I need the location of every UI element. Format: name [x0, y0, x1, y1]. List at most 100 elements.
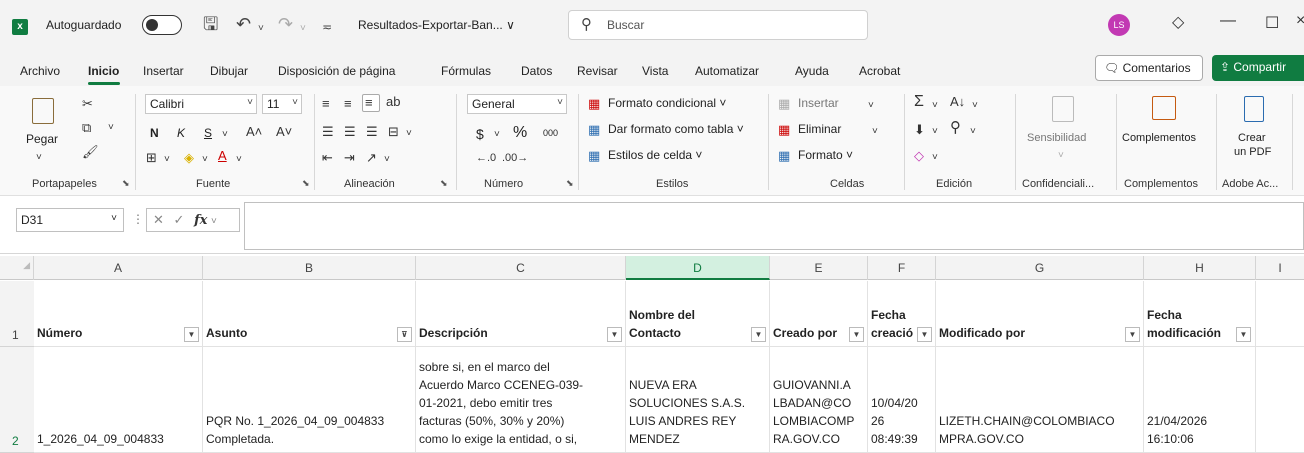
tab-datos[interactable]: Datos: [521, 64, 552, 78]
column-header-e[interactable]: E: [770, 256, 868, 280]
thousands-button[interactable]: 000: [543, 128, 558, 138]
column-header-g[interactable]: G: [936, 256, 1144, 280]
enter-icon[interactable]: ✓: [174, 212, 185, 227]
filter-active-icon[interactable]: ⊽: [397, 327, 412, 342]
font-name-combo[interactable]: Calibri ˅: [145, 94, 257, 114]
filter-dropdown-icon[interactable]: ▼: [1236, 327, 1251, 342]
cell-g1[interactable]: Modificado por ▼: [936, 281, 1144, 347]
fx-icon[interactable]: fx: [194, 213, 207, 228]
filter-dropdown-icon[interactable]: ▼: [751, 327, 766, 342]
fill-icon[interactable]: ⬇: [914, 122, 925, 138]
clear-icon[interactable]: ◇: [914, 148, 924, 164]
filter-dropdown-icon[interactable]: ▼: [1125, 327, 1140, 342]
tab-revisar[interactable]: Revisar: [577, 64, 618, 78]
cell-a2[interactable]: 1_2026_04_09_004833: [34, 347, 203, 453]
insert-dropdown-icon[interactable]: ˅: [868, 98, 874, 114]
paste-icon[interactable]: [32, 98, 54, 124]
align-bottom-button[interactable]: ≡: [362, 94, 380, 112]
underline-dropdown-icon[interactable]: ˅: [222, 127, 228, 143]
tab-ayuda[interactable]: Ayuda: [795, 64, 829, 78]
cell-h1[interactable]: Fecha modificación ▼: [1144, 281, 1256, 347]
formula-input[interactable]: [244, 202, 1304, 250]
sort-filter-icon[interactable]: A↓: [950, 94, 965, 110]
alignment-launcher-icon[interactable]: ⬊: [440, 178, 448, 189]
sort-filter-dropdown-icon[interactable]: ˅: [972, 98, 978, 114]
addins-icon[interactable]: [1152, 96, 1176, 120]
font-color-dropdown-icon[interactable]: ˅: [236, 152, 242, 168]
autosum-icon[interactable]: Σ: [914, 94, 924, 110]
create-pdf-line2[interactable]: un PDF: [1234, 146, 1271, 158]
column-header-i[interactable]: I: [1256, 256, 1304, 280]
tab-insertar[interactable]: Insertar: [143, 64, 184, 78]
column-header-a[interactable]: A: [34, 256, 203, 280]
save-icon[interactable]: 🖫: [203, 13, 218, 35]
tab-formulas[interactable]: Fórmulas: [441, 64, 491, 78]
tab-disposicion[interactable]: Disposición de página: [278, 64, 395, 78]
create-pdf-line1[interactable]: Crear: [1238, 132, 1266, 144]
column-header-b[interactable]: B: [203, 256, 416, 280]
bold-button[interactable]: N: [150, 126, 159, 140]
align-left-icon[interactable]: ☰: [322, 124, 334, 140]
sensitivity-dropdown-icon[interactable]: ˅: [1058, 148, 1064, 164]
merge-dropdown-icon[interactable]: ˅: [406, 126, 412, 142]
tab-vista[interactable]: Vista: [642, 64, 668, 78]
font-launcher-icon[interactable]: ⬊: [302, 178, 310, 189]
cell-d1[interactable]: Nombre del Contacto ▼: [626, 281, 770, 347]
cell-c2[interactable]: sobre si, en el marco del Acuerdo Marco …: [416, 347, 626, 453]
paste-label[interactable]: Pegar: [26, 132, 58, 146]
comments-button[interactable]: 🗨 Comentarios: [1095, 55, 1203, 81]
decrease-indent-icon[interactable]: ⇤: [322, 150, 333, 166]
increase-indent-icon[interactable]: ⇥: [344, 150, 355, 166]
autosum-dropdown-icon[interactable]: ˅: [932, 98, 938, 114]
number-launcher-icon[interactable]: ⬊: [566, 178, 574, 189]
find-icon[interactable]: ⚲: [950, 120, 961, 136]
tab-acrobat[interactable]: Acrobat: [859, 64, 900, 78]
orientation-icon[interactable]: ↗: [366, 150, 377, 166]
diamond-icon[interactable]: ◇: [1172, 12, 1184, 32]
currency-button[interactable]: $: [476, 126, 484, 142]
avatar[interactable]: LS: [1108, 14, 1130, 36]
redo-icon[interactable]: ↷: [278, 13, 293, 35]
column-header-h[interactable]: H: [1144, 256, 1256, 280]
align-center-icon[interactable]: ☰: [344, 124, 356, 140]
align-middle-icon[interactable]: ≡: [344, 96, 352, 112]
redo-dropdown-icon[interactable]: ˅: [300, 18, 306, 40]
cell-a1[interactable]: Número ▼: [34, 281, 203, 347]
delete-cells-button[interactable]: Eliminar: [798, 122, 841, 136]
delete-dropdown-icon[interactable]: ˅: [872, 124, 878, 140]
undo-icon[interactable]: ↶: [236, 13, 251, 35]
row-header-1[interactable]: 1: [0, 281, 34, 347]
cell-styles-button[interactable]: Estilos de celda ˅: [608, 148, 702, 162]
fill-dropdown-icon[interactable]: ˅: [932, 124, 938, 140]
search-box[interactable]: ⚲ Buscar: [568, 10, 868, 40]
font-color-icon[interactable]: A: [218, 148, 227, 164]
autosave-toggle[interactable]: [142, 15, 182, 35]
sensitivity-button[interactable]: Sensibilidad: [1027, 132, 1086, 144]
font-size-combo[interactable]: 11 ˅: [262, 94, 302, 114]
cell-i1[interactable]: [1256, 281, 1304, 347]
cell-c1[interactable]: Descripción ▼: [416, 281, 626, 347]
cell-i2[interactable]: [1256, 347, 1304, 453]
percent-button[interactable]: %: [513, 124, 527, 142]
fill-dropdown-icon[interactable]: ˅: [202, 152, 208, 168]
cell-e2[interactable]: GUIOVANNI.A LBADAN@CO LOMBIACOMP RA.GOV.…: [770, 347, 868, 453]
merge-icon[interactable]: ⊟: [388, 124, 399, 140]
orientation-dropdown-icon[interactable]: ˅: [384, 152, 390, 168]
customize-toolbar-icon[interactable]: ≂: [322, 16, 332, 38]
cell-f1[interactable]: Fecha creació ▼: [868, 281, 936, 347]
underline-button[interactable]: S: [204, 126, 212, 140]
cancel-icon[interactable]: ✕: [153, 212, 164, 227]
paste-dropdown-icon[interactable]: ˅: [36, 150, 42, 166]
select-all-corner[interactable]: ◢: [0, 256, 34, 280]
addins-button[interactable]: Complementos: [1122, 132, 1196, 144]
filter-dropdown-icon[interactable]: ▼: [917, 327, 932, 342]
clear-dropdown-icon[interactable]: ˅: [932, 150, 938, 166]
increase-decimal-icon[interactable]: ←.0: [476, 150, 496, 166]
row-header-2[interactable]: 2: [0, 347, 34, 453]
minimize-icon[interactable]: —: [1220, 12, 1236, 30]
cell-d2[interactable]: NUEVA ERA SOLUCIONES S.A.S. LUIS ANDRES …: [626, 347, 770, 453]
decrease-font-icon[interactable]: A˅: [276, 124, 292, 140]
filter-dropdown-icon[interactable]: ▼: [849, 327, 864, 342]
borders-icon[interactable]: ⊞: [146, 150, 157, 166]
filter-dropdown-icon[interactable]: ▼: [607, 327, 622, 342]
